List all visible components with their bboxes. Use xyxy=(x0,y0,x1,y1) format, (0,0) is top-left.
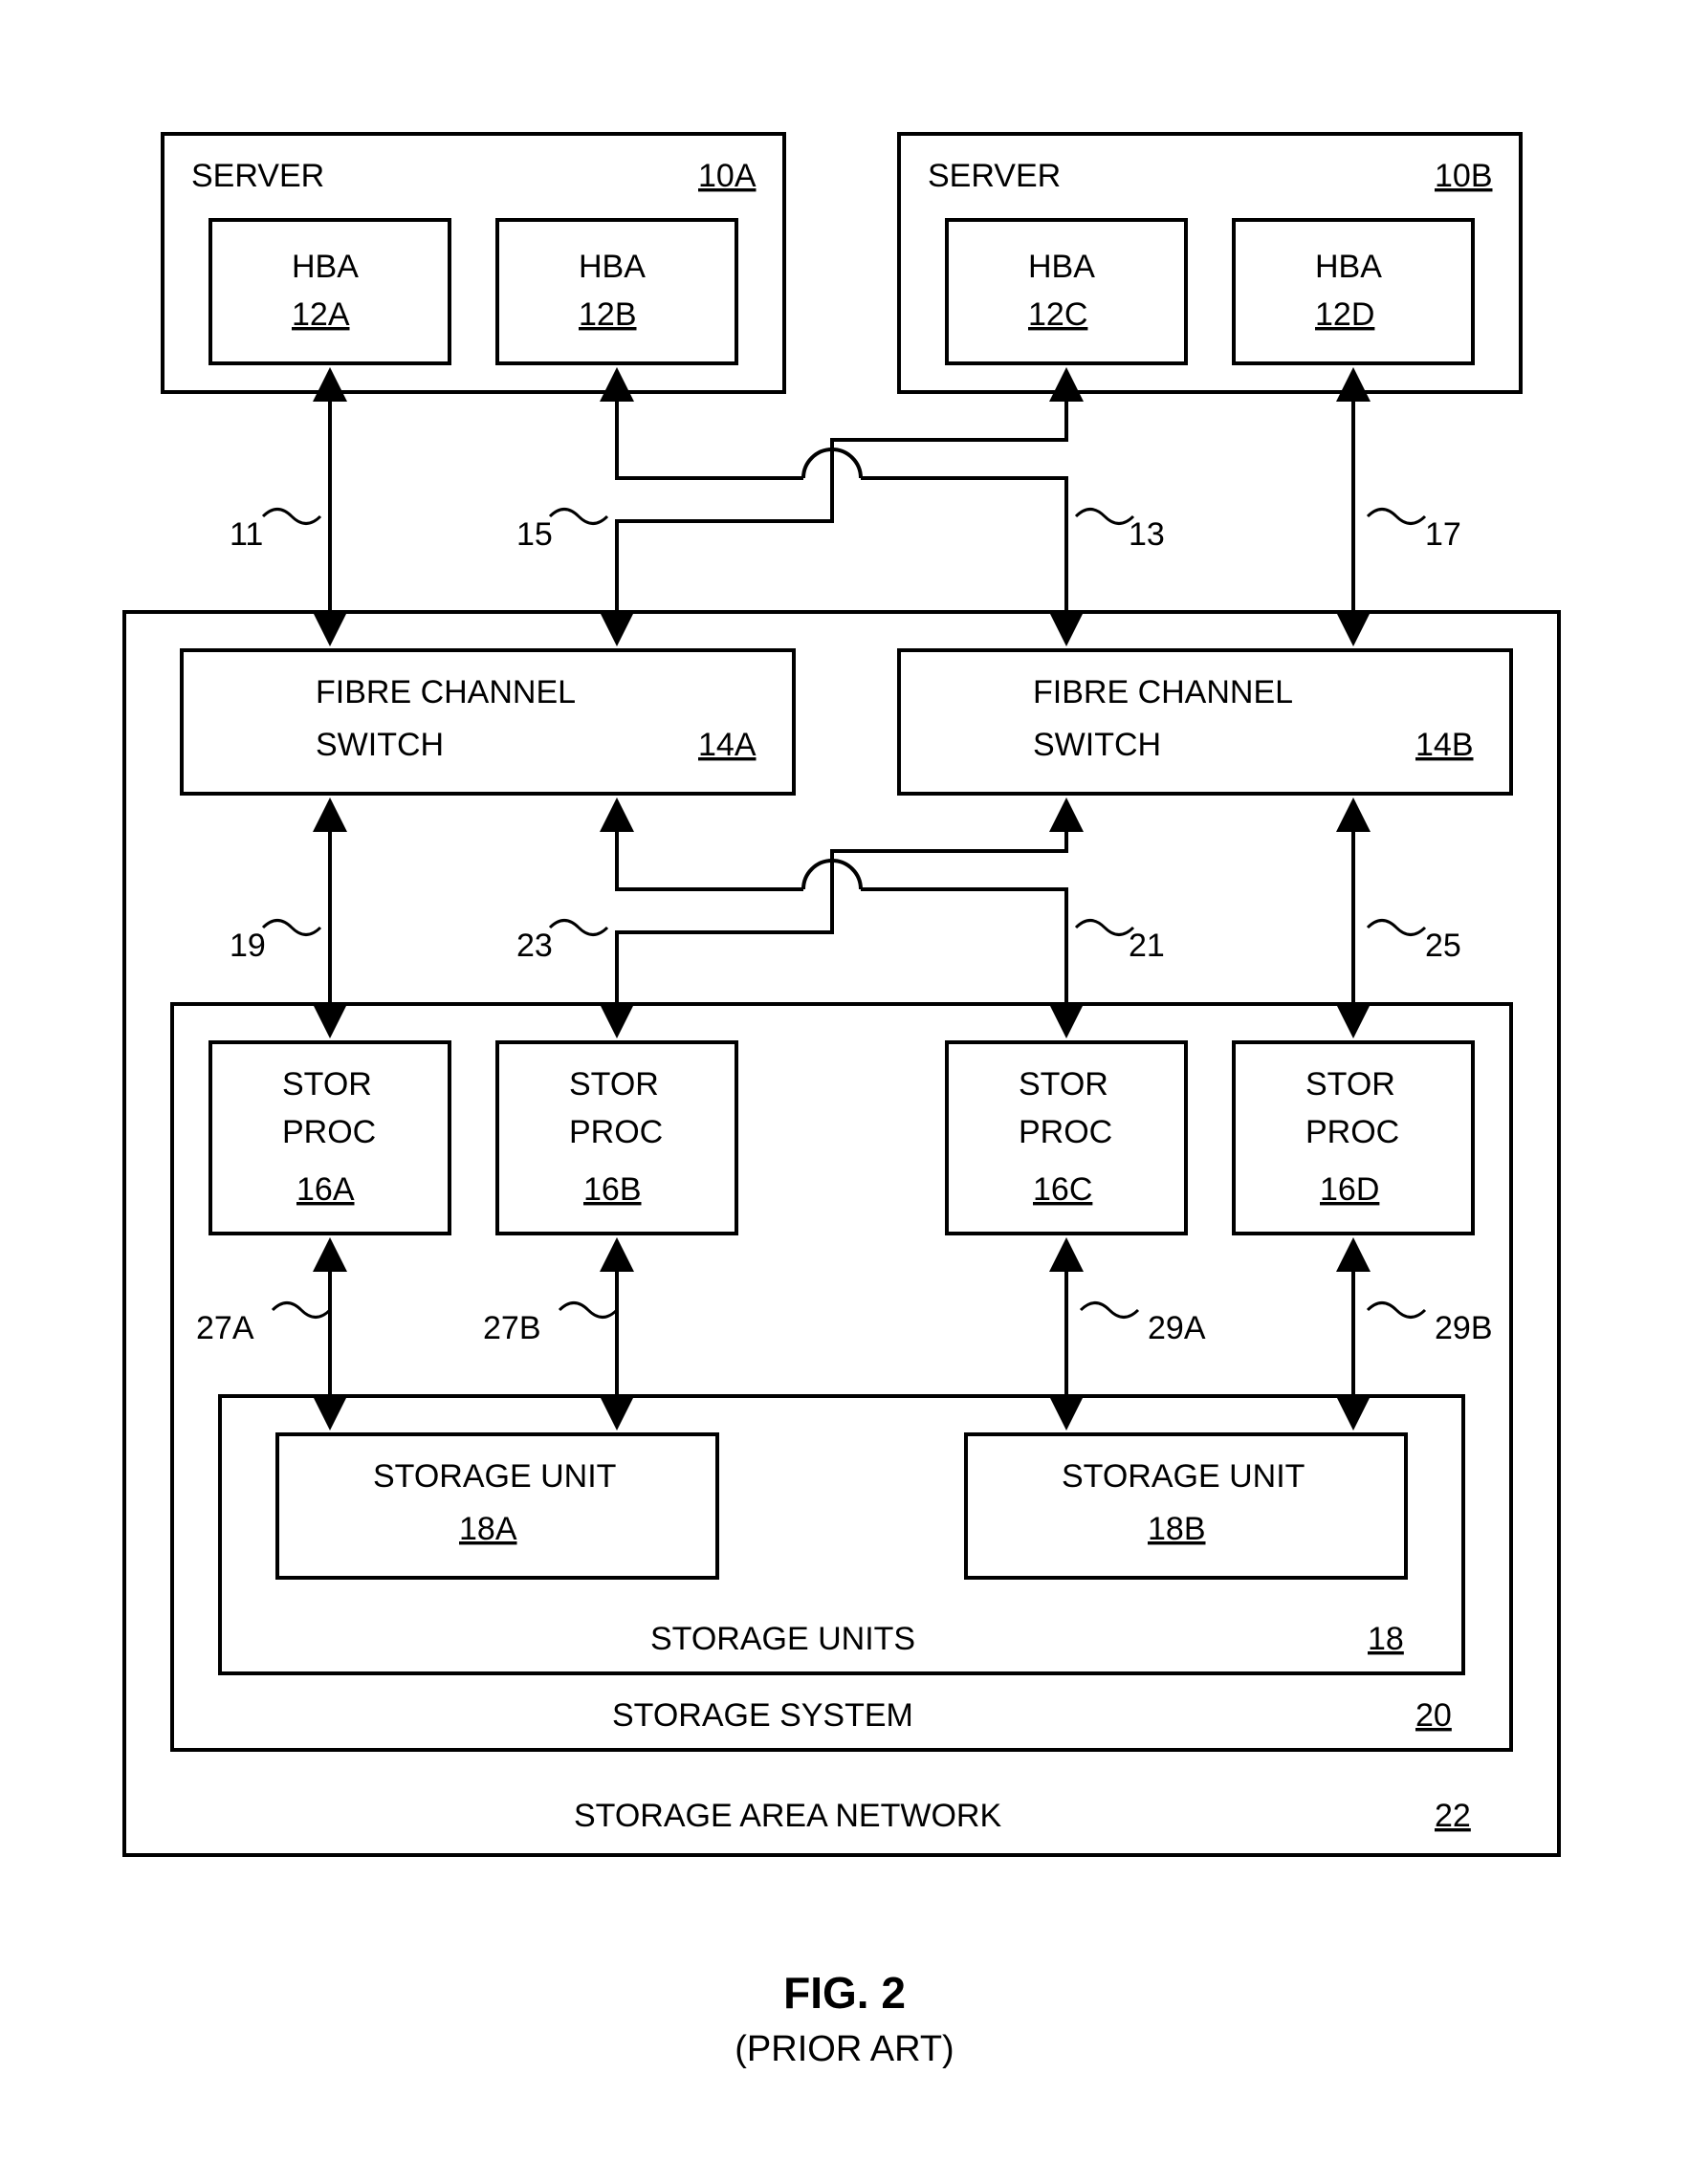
stor-proc-c: STOR PROC 16C xyxy=(947,1042,1186,1234)
storage-system-ref: 20 xyxy=(1415,1697,1452,1734)
storage-system-label: STORAGE SYSTEM xyxy=(612,1697,913,1734)
l29b: 29B xyxy=(1435,1310,1493,1346)
l25: 25 xyxy=(1425,928,1461,964)
fc-switch-b: FIBRE CHANNEL SWITCH 14B xyxy=(899,650,1511,794)
spc-ref: 16C xyxy=(1033,1171,1092,1208)
spb2: PROC xyxy=(569,1114,663,1150)
su-group-label: STORAGE UNITS xyxy=(650,1621,915,1657)
l27a: 27A xyxy=(196,1310,254,1346)
spc2: PROC xyxy=(1019,1114,1112,1150)
sub-ref: 18B xyxy=(1148,1511,1206,1547)
server-b-ref: 10B xyxy=(1435,158,1493,194)
l23: 23 xyxy=(516,928,553,964)
spd2: PROC xyxy=(1305,1114,1399,1150)
spc1: STOR xyxy=(1019,1066,1108,1103)
hba-12a-label: HBA xyxy=(292,249,359,285)
server-a: SERVER 10A HBA 12A HBA 12B xyxy=(163,134,784,392)
figure-diagram: SERVER 10A HBA 12A HBA 12B SERVER 10B HB… xyxy=(0,0,1689,2184)
spb-ref: 16B xyxy=(583,1171,642,1208)
hba-12b-label: HBA xyxy=(579,249,646,285)
sub-label: STORAGE UNIT xyxy=(1062,1458,1305,1495)
l17: 17 xyxy=(1425,516,1461,553)
san-ref: 22 xyxy=(1435,1798,1471,1834)
server-a-label: SERVER xyxy=(191,158,324,194)
stor-proc-a: STOR PROC 16A xyxy=(210,1042,450,1234)
fc-switch-a: FIBRE CHANNEL SWITCH 14A xyxy=(182,650,794,794)
spa-ref: 16A xyxy=(296,1171,355,1208)
server-a-ref: 10A xyxy=(698,158,757,194)
su-group-ref: 18 xyxy=(1368,1621,1404,1657)
hba-12b-ref: 12B xyxy=(579,296,637,333)
spb1: STOR xyxy=(569,1066,659,1103)
fcsa-line1: FIBRE CHANNEL xyxy=(316,674,576,710)
spd1: STOR xyxy=(1305,1066,1395,1103)
hba-12c: HBA 12C xyxy=(947,220,1186,363)
fcsb-line2: SWITCH xyxy=(1033,727,1161,763)
fcsb-ref: 14B xyxy=(1415,727,1474,763)
sua-ref: 18A xyxy=(459,1511,517,1547)
stor-proc-b: STOR PROC 16B xyxy=(497,1042,736,1234)
l29a: 29A xyxy=(1148,1310,1206,1346)
hba-12c-ref: 12C xyxy=(1028,296,1087,333)
storage-unit-a: STORAGE UNIT 18A xyxy=(277,1434,717,1578)
l11: 11 xyxy=(230,516,263,553)
fcsa-line2: SWITCH xyxy=(316,727,444,763)
hba-12d: HBA 12D xyxy=(1234,220,1473,363)
l21: 21 xyxy=(1129,928,1165,964)
hba-12a-ref: 12A xyxy=(292,296,350,333)
l27b: 27B xyxy=(483,1310,541,1346)
conn-13 xyxy=(617,373,1066,641)
server-b-label: SERVER xyxy=(928,158,1061,194)
hba-12a: HBA 12A xyxy=(210,220,450,363)
figure-title: FIG. 2 xyxy=(783,1968,906,2018)
storage-unit-b: STORAGE UNIT 18B xyxy=(966,1434,1406,1578)
fcsa-ref: 14A xyxy=(698,727,757,763)
hba-12d-label: HBA xyxy=(1315,249,1382,285)
hba-12c-label: HBA xyxy=(1028,249,1095,285)
fcsb-line1: FIBRE CHANNEL xyxy=(1033,674,1293,710)
hba-12d-ref: 12D xyxy=(1315,296,1374,333)
server-b: SERVER 10B HBA 12C HBA 12D xyxy=(899,134,1521,392)
sua-label: STORAGE UNIT xyxy=(373,1458,616,1495)
san-label: STORAGE AREA NETWORK xyxy=(574,1798,1001,1834)
l19: 19 xyxy=(230,928,266,964)
spa1: STOR xyxy=(282,1066,372,1103)
spd-ref: 16D xyxy=(1320,1171,1379,1208)
hba-12b: HBA 12B xyxy=(497,220,736,363)
stor-proc-d: STOR PROC 16D xyxy=(1234,1042,1473,1234)
figure-subtitle: (PRIOR ART) xyxy=(735,2029,954,2069)
l15: 15 xyxy=(516,516,553,553)
l13: 13 xyxy=(1129,516,1165,553)
spa2: PROC xyxy=(282,1114,376,1150)
